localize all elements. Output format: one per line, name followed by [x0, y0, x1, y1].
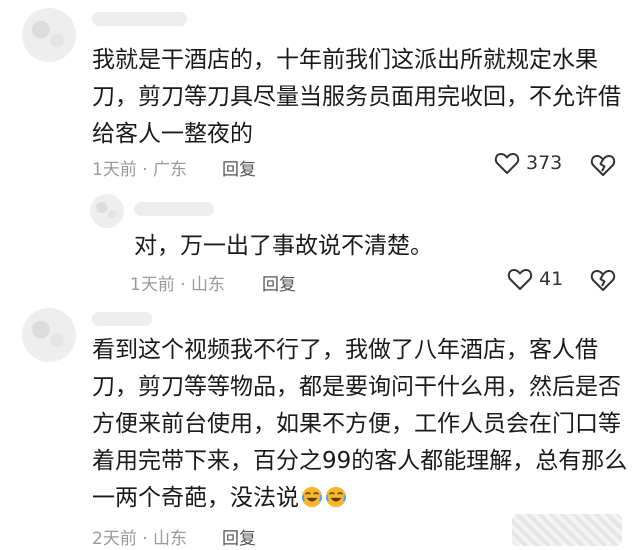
username-blurred[interactable] — [92, 312, 152, 326]
comment-line: 对，万一出了事故说不清楚。 — [134, 233, 433, 259]
heart-outline-icon — [507, 268, 533, 290]
avatar[interactable] — [90, 194, 124, 228]
like-count: 41 — [539, 268, 564, 290]
comment-line: 刀，剪刀等等物品，都是要询问干什么用，然后是否 — [92, 374, 621, 400]
comment-meta: 1天前 · 山东 — [130, 275, 226, 295]
heart-outline-icon — [494, 152, 520, 174]
comment-line: 着用完带下来，百分之99的客人都能理解，总有那么 — [92, 448, 628, 474]
comment-line: 一两个奇葩，没法说 — [92, 480, 627, 517]
comment-line: 刀，剪刀等刀具尽量当服务员面用完收回，不允许借 — [92, 84, 621, 110]
like-button[interactable]: 373 — [494, 151, 562, 175]
broken-heart-icon[interactable] — [590, 153, 616, 177]
comment-meta: 1天前 · 广东 — [92, 160, 188, 180]
comment-text: 对，万一出了事故说不清楚。 — [134, 228, 433, 265]
blurred-like-area[interactable] — [512, 514, 622, 546]
comment-1: 我就是干酒店的，十年前我们这派出所就规定水果 刀，剪刀等刀具尽量当服务员面用完收… — [0, 0, 640, 190]
comment-text: 我就是干酒店的，十年前我们这派出所就规定水果 刀，剪刀等刀具尽量当服务员面用完收… — [92, 42, 621, 153]
username-blurred[interactable] — [92, 12, 187, 26]
avatar[interactable] — [22, 308, 76, 362]
reply-button[interactable]: 回复 — [222, 155, 256, 180]
reply-button[interactable]: 回复 — [262, 270, 296, 295]
avatar[interactable] — [22, 8, 76, 62]
crying-laughing-emoji — [325, 486, 347, 508]
broken-heart-icon[interactable] — [590, 268, 616, 292]
comment-line: 看到这个视频我不行了，我做了八年酒店，客人借 — [92, 337, 598, 363]
comment-meta: 2天前 · 山东 — [92, 529, 188, 549]
comment-3: 看到这个视频我不行了，我做了八年酒店，客人借 刀，剪刀等等物品，都是要询问干什么… — [0, 300, 640, 550]
comment-line-text: 一两个奇葩，没法说 — [92, 485, 299, 511]
comment-line: 给客人一整夜的 — [92, 121, 253, 147]
like-button[interactable]: 41 — [507, 267, 563, 291]
username-blurred[interactable] — [134, 202, 214, 216]
reply-button[interactable]: 回复 — [222, 524, 256, 549]
crying-laughing-emoji — [301, 486, 323, 508]
comment-line: 方便来前台使用，如果不方便，工作人员会在门口等 — [92, 411, 621, 437]
like-count: 373 — [526, 152, 563, 174]
comment-line: 我就是干酒店的，十年前我们这派出所就规定水果 — [92, 47, 598, 73]
comment-text: 看到这个视频我不行了，我做了八年酒店，客人借 刀，剪刀等等物品，都是要询问干什么… — [92, 332, 627, 517]
comment-2-reply: 对，万一出了事故说不清楚。 1天前 · 山东 回复 41 — [0, 190, 640, 300]
